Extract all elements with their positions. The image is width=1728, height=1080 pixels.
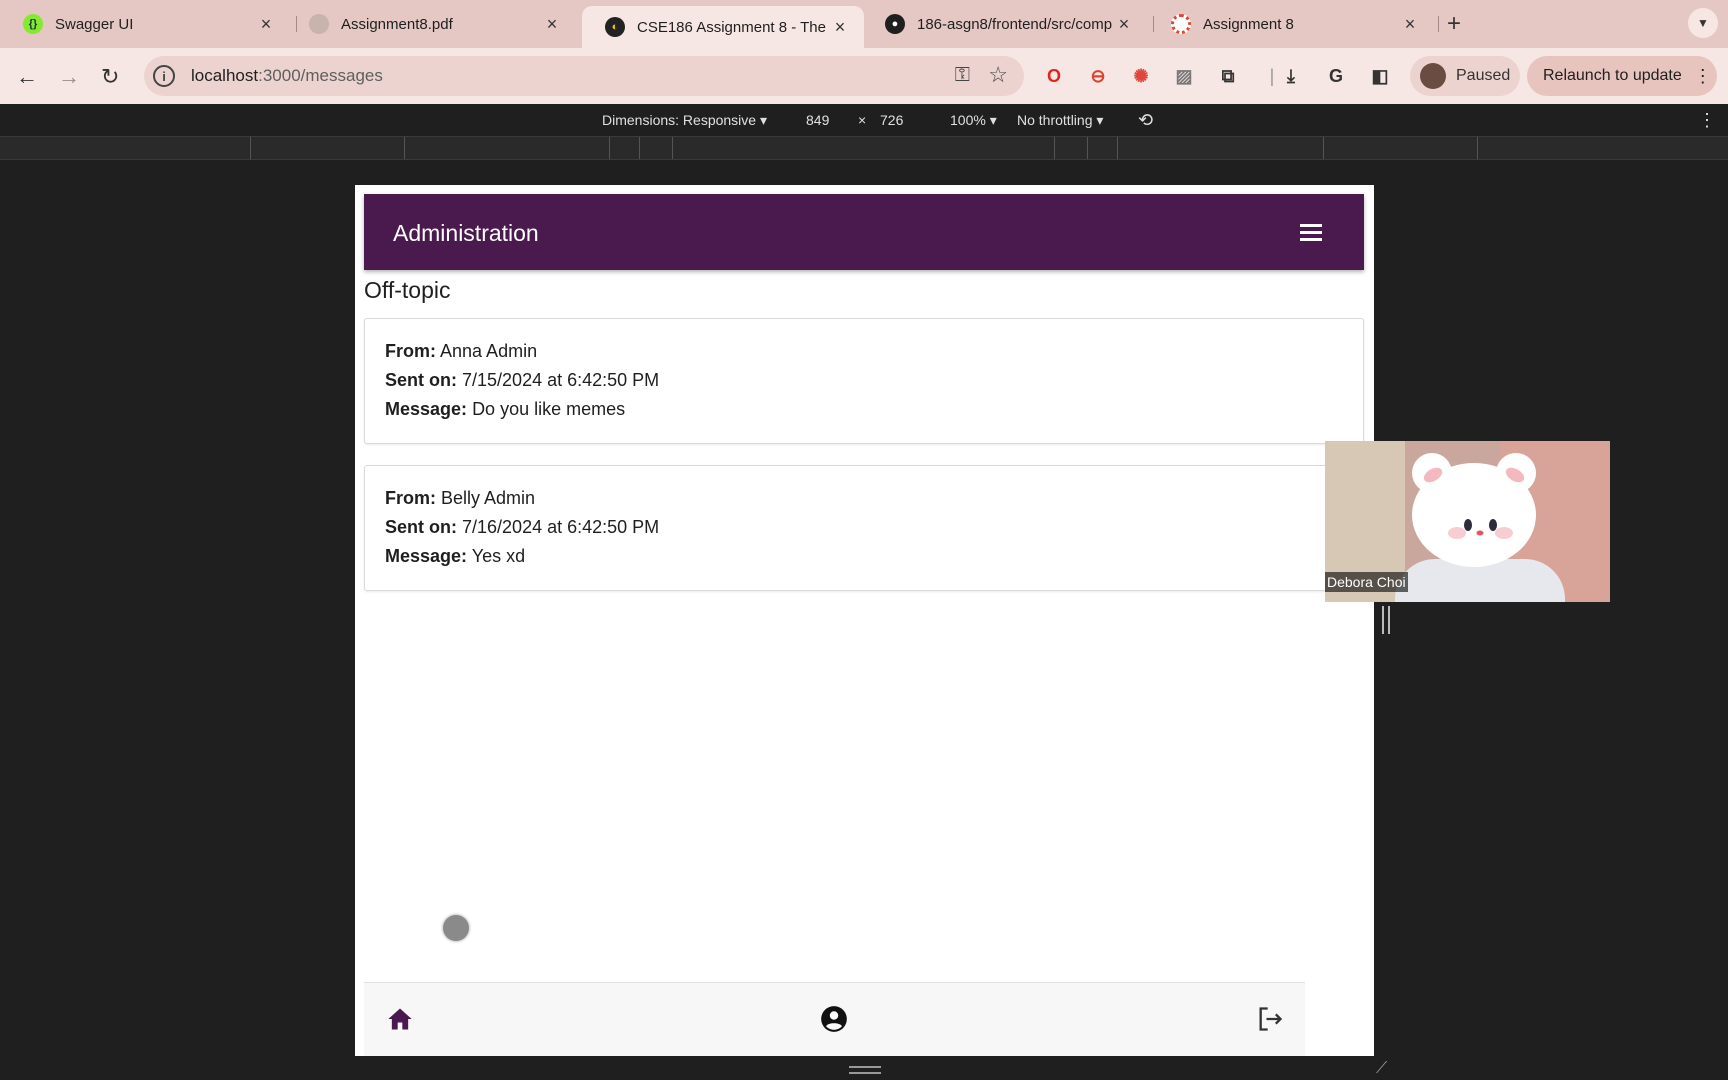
tab-pdf[interactable]: Assignment8.pdf × (286, 6, 576, 42)
sent-value: 7/16/2024 at 6:42:50 PM (462, 517, 660, 537)
opera-extension-icon[interactable]: O (1042, 64, 1066, 88)
media-query-ruler[interactable] (0, 136, 1728, 160)
message-sent: Sent on: 7/15/2024 at 6:42:50 PM (385, 370, 659, 391)
sent-label: Sent on: (385, 517, 457, 537)
tab-title: Assignment8.pdf (341, 15, 453, 33)
channel-heading: Off-topic (364, 277, 451, 303)
bottom-navigation (364, 982, 1305, 1056)
extension-icon[interactable]: ▨ (1172, 64, 1196, 88)
tab-github[interactable]: ● 186-asgn8/frontend/src/comp × (862, 6, 1148, 42)
throttling-select[interactable]: No throttling ▾ (1017, 112, 1103, 129)
more-options-icon[interactable]: ⋮ (1698, 110, 1716, 131)
app-title: Administration (393, 220, 539, 246)
message-from: From: Anna Admin (385, 341, 537, 362)
from-value: Belly Admin (441, 488, 536, 508)
message-text: Message: Do you like memes (385, 399, 625, 420)
message-value: Yes xd (471, 546, 526, 566)
tab-canvas[interactable]: Assignment 8 × (1148, 6, 1434, 42)
message-label: Message: (385, 546, 468, 566)
logout-icon[interactable] (1256, 1005, 1284, 1033)
more-icon[interactable]: ⋮ (1694, 66, 1712, 87)
device-toolbar: Dimensions: Responsive ▾ 849 × 726 100% … (0, 104, 1728, 136)
viewport-height-input[interactable]: 726 (880, 112, 903, 128)
touch-cursor (443, 915, 469, 941)
pdf-icon (309, 14, 329, 34)
message-value: Do you like memes (472, 399, 626, 419)
close-icon[interactable]: × (1398, 14, 1422, 35)
password-key-icon[interactable]: ⚿ (955, 64, 970, 87)
from-label: From: (385, 488, 436, 508)
profile-status: Paused (1456, 67, 1511, 84)
from-label: From: (385, 341, 436, 361)
close-icon[interactable]: × (254, 14, 278, 35)
tab-title: Swagger UI (55, 15, 134, 33)
tab-title: Assignment 8 (1203, 15, 1294, 33)
profile-button[interactable]: Paused (1410, 56, 1520, 96)
zoom-select[interactable]: 100% ▾ (950, 112, 997, 129)
message-sent: Sent on: 7/16/2024 at 6:42:50 PM (385, 517, 659, 538)
from-value: Anna Admin (440, 341, 538, 361)
message-from: From: Belly Admin (385, 488, 535, 509)
page-icon: ◐ (605, 17, 625, 37)
address-bar[interactable]: i localhost:3000/messages ⚿ ☆ (144, 56, 1024, 96)
sent-value: 7/15/2024 at 6:42:50 PM (462, 370, 660, 390)
dimensions-select[interactable]: Dimensions: Responsive ▾ (602, 112, 767, 129)
extensions-puzzle-icon[interactable]: ⧉ (1216, 64, 1240, 88)
message-label: Message: (385, 399, 468, 419)
avatar (1420, 63, 1446, 89)
side-panel-icon[interactable]: ◧ (1368, 64, 1392, 88)
close-icon[interactable]: × (540, 14, 564, 35)
overlay-drag-handle[interactable] (1382, 606, 1390, 634)
close-icon[interactable]: × (1112, 14, 1136, 35)
rotate-icon[interactable]: ⟲ (1138, 110, 1153, 131)
home-icon[interactable] (386, 1005, 414, 1033)
bear-sticker-icon (1412, 453, 1536, 567)
resize-corner-icon[interactable]: ⟋ (1376, 1060, 1387, 1078)
forward-icon[interactable]: → (58, 64, 80, 90)
hamburger-menu-icon[interactable] (1300, 224, 1322, 241)
url-host: localhost (191, 66, 259, 85)
tab-assignment-active[interactable]: ◐ CSE186 Assignment 8 - The I × (582, 6, 864, 48)
tab-title: CSE186 Assignment 8 - The I (637, 18, 828, 36)
site-info-icon[interactable]: i (153, 65, 175, 87)
relaunch-label: Relaunch to update (1543, 67, 1682, 84)
extension-icon[interactable]: ⊖ (1086, 64, 1110, 88)
new-tab-button[interactable]: + (1447, 10, 1461, 38)
account-icon[interactable] (820, 1005, 848, 1033)
browser-toolbar: ← → ↻ i localhost:3000/messages ⚿ ☆ O ⊖ … (0, 48, 1728, 104)
app-bar: Administration (364, 194, 1364, 270)
message-text: Message: Yes xd (385, 546, 525, 567)
participant-name: Debora Choi (1325, 572, 1408, 592)
url-path: :3000/messages (258, 66, 383, 85)
viewport-width-input[interactable]: 849 (806, 112, 829, 128)
message-card: From: Belly Admin Sent on: 7/16/2024 at … (364, 465, 1364, 591)
tab-swagger[interactable]: {} Swagger UI × (0, 6, 290, 42)
message-card: From: Anna Admin Sent on: 7/15/2024 at 6… (364, 318, 1364, 444)
github-icon: ● (885, 14, 905, 34)
relaunch-button[interactable]: Relaunch to update ⋮ (1527, 56, 1717, 96)
url-text[interactable]: localhost:3000/messages (191, 66, 383, 86)
reload-icon[interactable]: ↻ (101, 64, 119, 90)
canvas-icon (1171, 14, 1191, 34)
close-icon[interactable]: × (828, 17, 852, 38)
video-call-overlay[interactable]: Debora Choi (1325, 441, 1610, 602)
bookmark-star-icon[interactable]: ☆ (988, 62, 1008, 88)
extension-icon[interactable]: ✺ (1129, 64, 1153, 88)
download-icon[interactable]: ⤓ (1279, 64, 1303, 88)
sent-label: Sent on: (385, 370, 457, 390)
tab-separator (1438, 16, 1439, 32)
browser-tab-strip: {} Swagger UI × Assignment8.pdf × ◐ CSE1… (0, 0, 1728, 48)
emulated-viewport: Administration Off-topic From: Anna Admi… (355, 185, 1374, 1056)
dimension-separator: × (858, 112, 867, 128)
tab-title: 186-asgn8/frontend/src/comp (917, 15, 1112, 33)
tab-search-icon[interactable]: ▼ (1688, 8, 1718, 38)
grammarly-icon[interactable]: G (1324, 64, 1348, 88)
viewport-resize-handle[interactable] (849, 1066, 881, 1074)
back-icon[interactable]: ← (16, 64, 38, 90)
swagger-icon: {} (23, 14, 43, 34)
